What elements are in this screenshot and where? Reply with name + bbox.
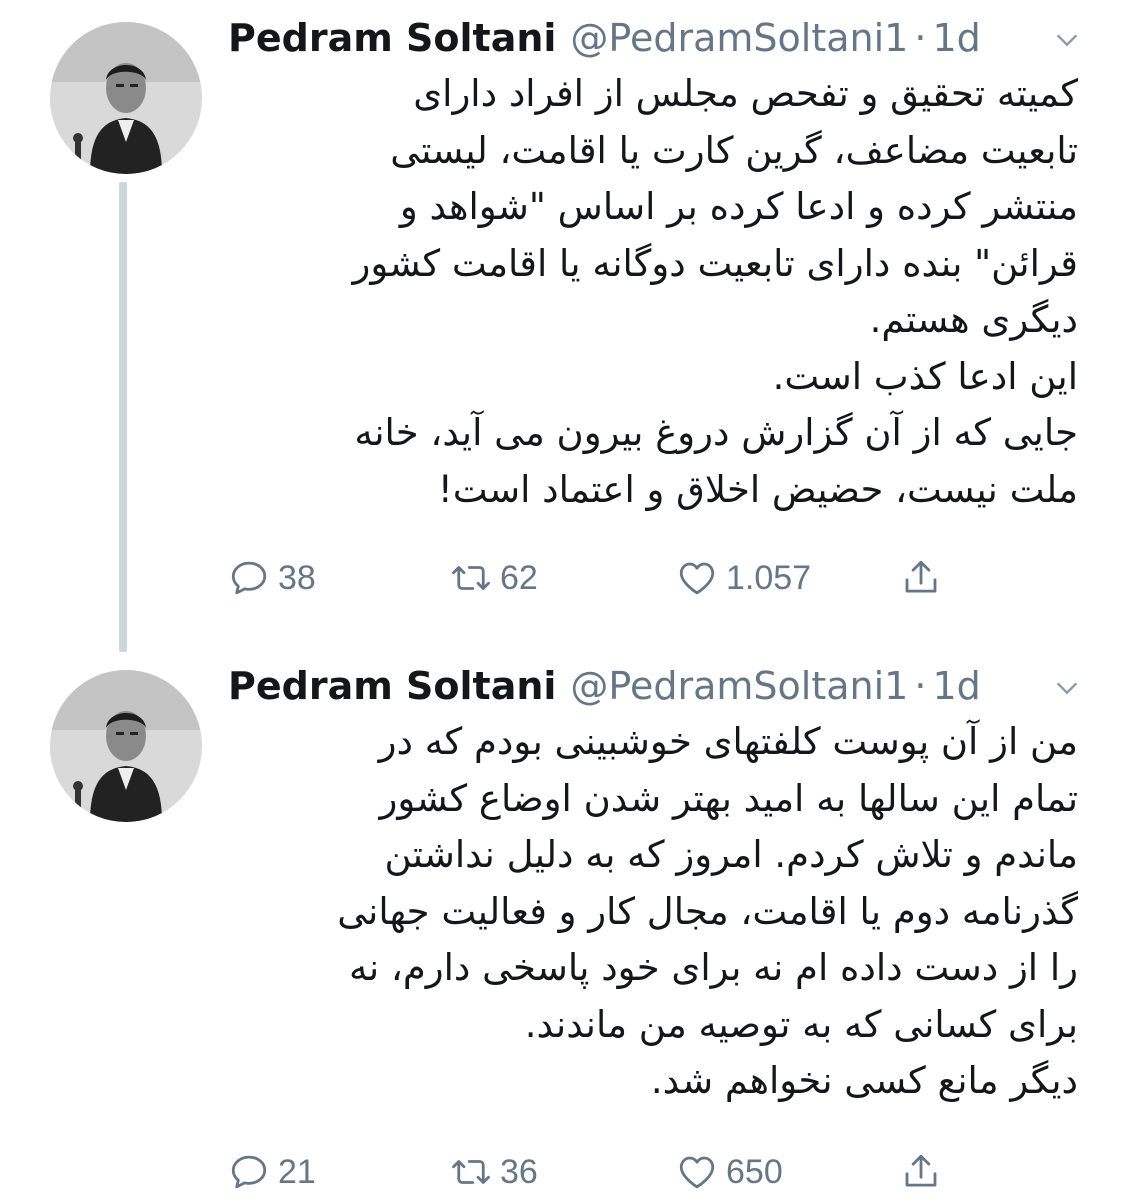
share-button[interactable] (900, 1142, 942, 1202)
avatar-photo (50, 22, 202, 174)
tweet-text: کمیته تحقیق و تفحص مجلس از افراد دارای ت… (352, 72, 1078, 511)
reply-icon (231, 561, 267, 595)
like-button[interactable]: 1.057 (676, 548, 811, 608)
user-handle[interactable]: @PedramSoltani1 (570, 660, 908, 712)
retweet-icon (452, 566, 490, 590)
reply-count: 21 (278, 1152, 316, 1191)
retweet-count: 62 (500, 558, 538, 597)
display-name[interactable]: Pedram Soltani (228, 660, 556, 712)
like-icon (679, 562, 715, 595)
tweet-text: من از آن پوست کلفتهای خوشبینی بودم که در… (337, 720, 1078, 1102)
tweet-header: Pedram Soltani @PedramSoltani1 · 1d (228, 660, 981, 712)
retweet-count: 36 (500, 1152, 538, 1191)
tweet[interactable]: Pedram Soltani @PedramSoltani1 · 1d من ا… (0, 648, 1125, 1204)
timestamp[interactable]: 1d (932, 12, 980, 64)
chevron-down-icon[interactable] (1053, 674, 1081, 702)
tweet-actions: 38 62 1.057 (228, 548, 988, 608)
share-icon (905, 560, 937, 593)
reply-button[interactable]: 21 (228, 1142, 316, 1202)
timestamp[interactable]: 1d (932, 660, 980, 712)
tweet-header: Pedram Soltani @PedramSoltani1 · 1d (228, 12, 981, 64)
tweet[interactable]: Pedram Soltani @PedramSoltani1 · 1d کمیت… (0, 0, 1125, 652)
like-count: 1.057 (726, 558, 812, 597)
like-icon (679, 1156, 715, 1189)
share-icon (905, 1154, 937, 1187)
retweet-button[interactable]: 62 (450, 548, 538, 608)
retweet-icon (452, 1160, 490, 1184)
tweet-actions: 21 36 650 (228, 1142, 988, 1202)
like-count: 650 (726, 1152, 783, 1191)
reply-icon (231, 1155, 267, 1189)
avatar-photo (50, 670, 202, 822)
like-button[interactable]: 650 (676, 1142, 783, 1202)
reply-button[interactable]: 38 (228, 548, 316, 608)
chevron-down-icon[interactable] (1053, 26, 1081, 54)
avatar[interactable] (50, 22, 202, 174)
separator: · (914, 16, 927, 60)
thread-line (119, 182, 127, 652)
avatar[interactable] (50, 670, 202, 822)
separator: · (914, 664, 927, 708)
reply-count: 38 (278, 558, 316, 597)
display-name[interactable]: Pedram Soltani (228, 12, 556, 64)
retweet-button[interactable]: 36 (450, 1142, 538, 1202)
user-handle[interactable]: @PedramSoltani1 (570, 12, 908, 64)
share-button[interactable] (900, 548, 942, 608)
